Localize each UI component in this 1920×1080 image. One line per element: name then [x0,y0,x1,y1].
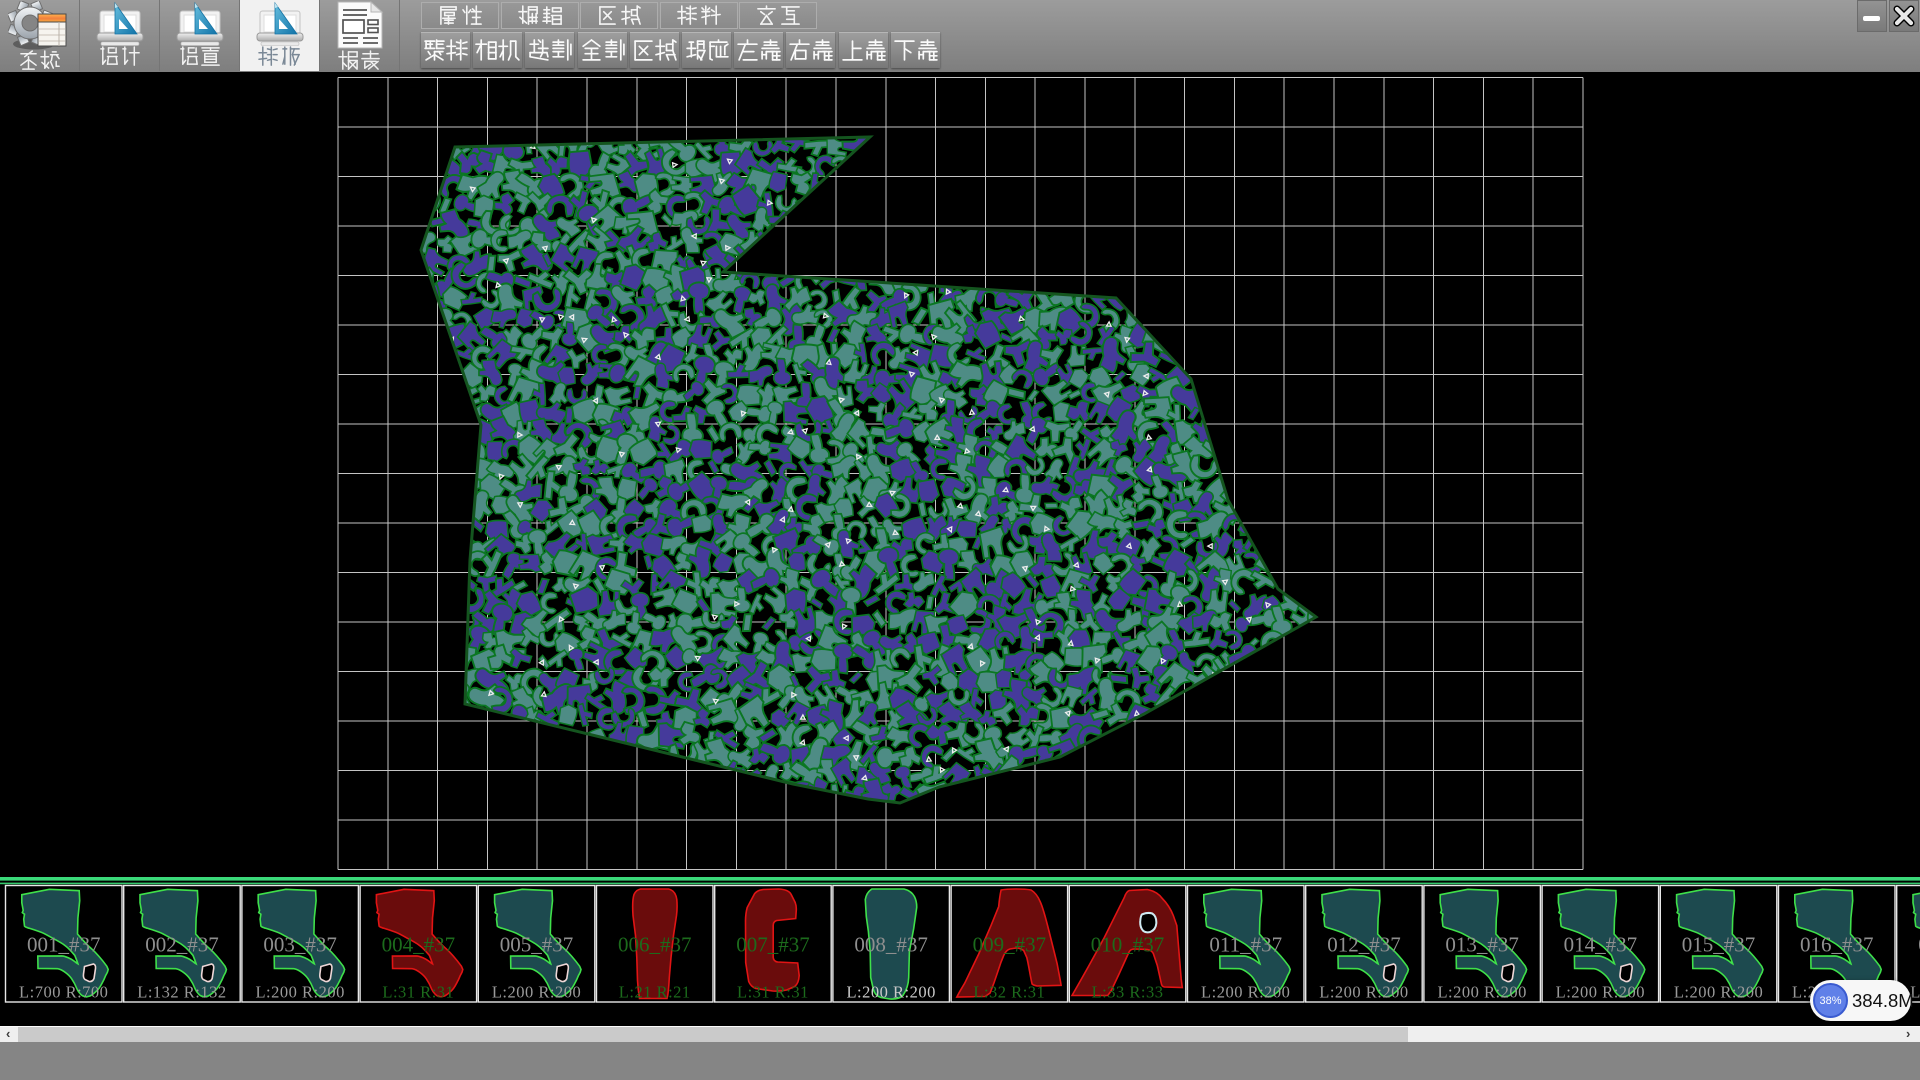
svg-text:013_#37: 013_#37 [1445,933,1519,957]
svg-text:016_#37: 016_#37 [1800,933,1874,957]
svg-text:011_#37: 011_#37 [1209,933,1282,957]
svg-text:008_#37: 008_#37 [854,933,928,957]
svg-text:L:700 R:700: L:700 R:700 [19,983,108,1002]
svg-text:L:132 R:132: L:132 R:132 [137,983,226,1002]
svg-text:004_#37: 004_#37 [382,933,456,957]
svg-text:012_#37: 012_#37 [1327,933,1401,957]
svg-text:L:33 R:33: L:33 R:33 [1092,983,1164,1002]
svg-text:L:200 R:200: L:200 R:200 [1674,983,1763,1002]
svg-text:003_#37: 003_#37 [263,933,337,957]
svg-text:L:200 R:200: L:200 R:200 [492,983,581,1002]
svg-text:005_#37: 005_#37 [500,933,574,957]
svg-text:L:31 R:31: L:31 R:31 [737,983,809,1002]
svg-text:001_#37: 001_#37 [27,933,101,957]
svg-text:L:200 R:200: L:200 R:200 [846,983,935,1002]
svg-text:L:200 R:200: L:200 R:200 [1201,983,1290,1002]
svg-text:L:31 R:31: L:31 R:31 [382,983,454,1002]
svg-text:007_#37: 007_#37 [736,933,810,957]
svg-text:L:200 R:200: L:200 R:200 [1319,983,1408,1002]
svg-text:L:200 R:200: L:200 R:200 [255,983,344,1002]
svg-text:L:200 R:200: L:200 R:200 [1437,983,1526,1002]
svg-text:L:200 R:200: L:200 R:200 [1556,983,1645,1002]
svg-text:002_#37: 002_#37 [145,933,219,957]
svg-text:014_#37: 014_#37 [1564,933,1638,957]
svg-text:L:32 R:31: L:32 R:31 [973,983,1045,1002]
svg-text:006_#37: 006_#37 [618,933,692,957]
svg-text:015_#37: 015_#37 [1682,933,1756,957]
svg-text:009_#37: 009_#37 [973,933,1047,957]
svg-text:L:21 R:21: L:21 R:21 [619,983,691,1002]
svg-text:010_#37: 010_#37 [1091,933,1165,957]
